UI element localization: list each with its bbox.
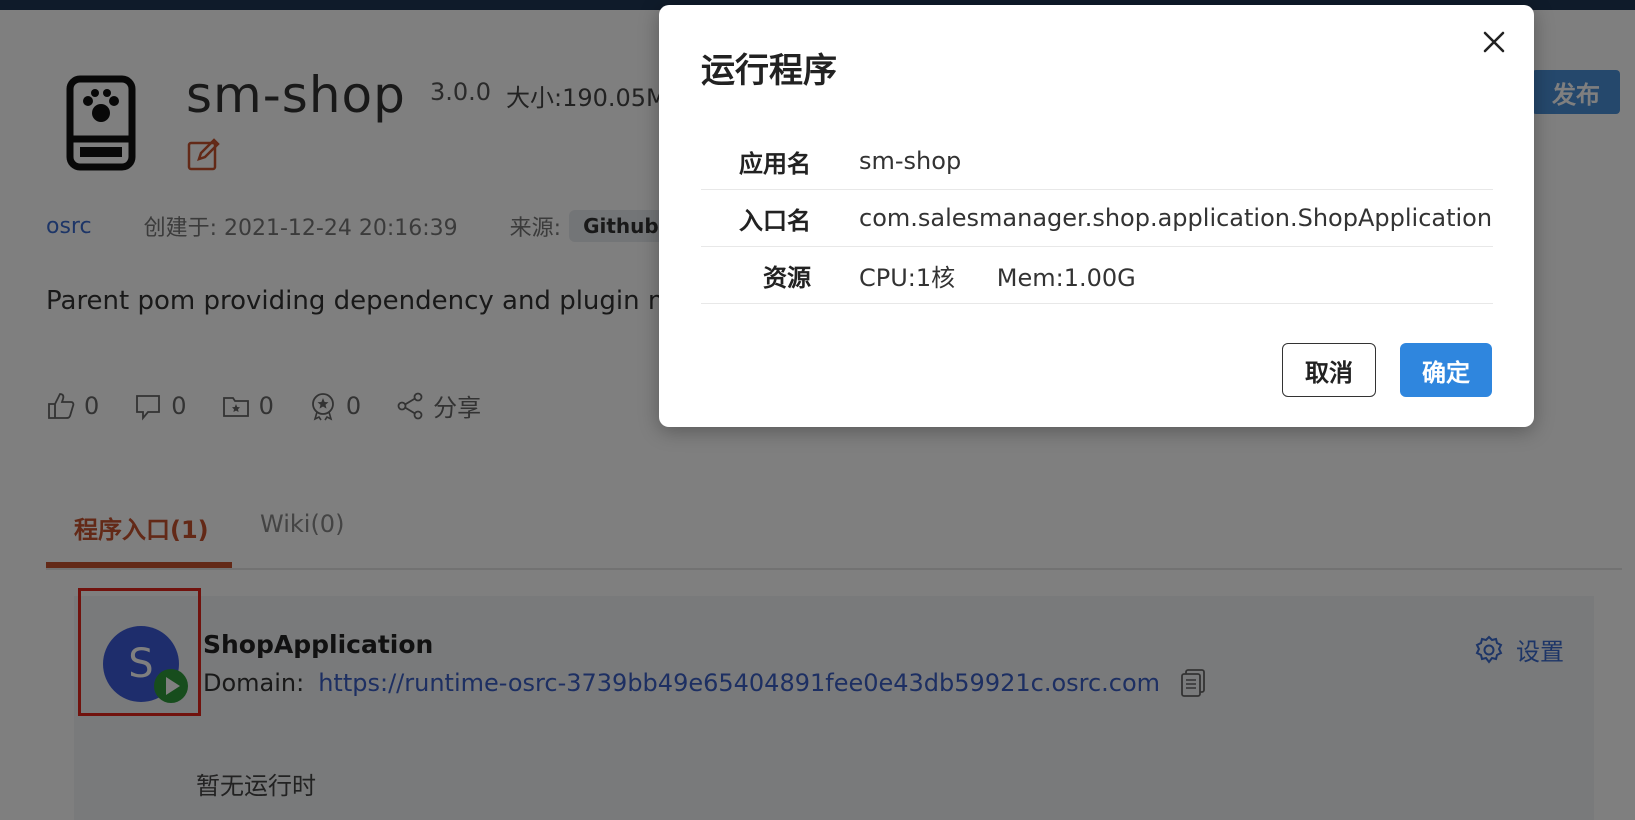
cancel-button[interactable]: 取消 — [1282, 343, 1376, 397]
info-row-resource: 资源 CPU:1核 Mem:1.00G — [701, 247, 1493, 304]
info-value: sm-shop — [859, 147, 962, 175]
info-row-entry: 入口名 com.salesmanager.shop.application.Sh… — [701, 190, 1493, 247]
run-program-dialog: 运行程序 应用名 sm-shop 入口名 com.salesmanager.sh… — [659, 5, 1534, 427]
info-key: 入口名 — [739, 206, 811, 235]
mem-value: Mem:1.00G — [996, 263, 1136, 292]
info-key: 资源 — [763, 263, 811, 292]
info-value: com.salesmanager.shop.application.ShopAp… — [859, 204, 1493, 232]
dialog-info-table: 应用名 sm-shop 入口名 com.salesmanager.shop.ap… — [701, 133, 1493, 304]
info-row-app: 应用名 sm-shop — [701, 133, 1493, 190]
confirm-button[interactable]: 确定 — [1400, 343, 1492, 397]
close-icon[interactable] — [1479, 27, 1509, 57]
info-value: CPU:1核 Mem:1.00G — [859, 258, 1136, 293]
dialog-title: 运行程序 — [701, 51, 837, 91]
cpu-value: CPU:1核 — [859, 263, 956, 292]
info-key: 应用名 — [739, 149, 811, 178]
